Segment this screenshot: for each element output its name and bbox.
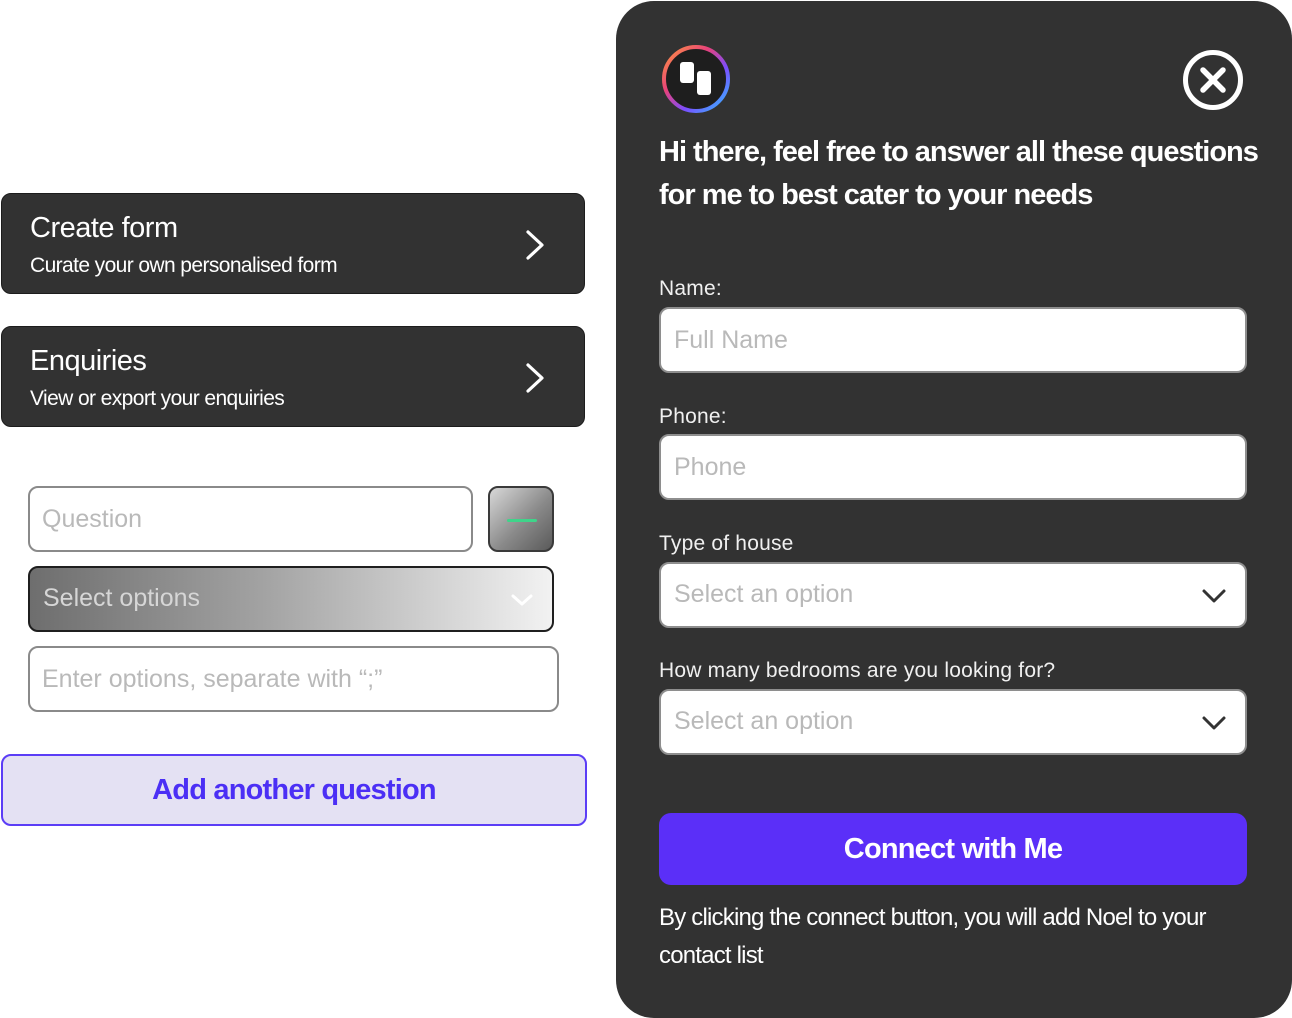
bedrooms-select-value: Select an option (674, 707, 854, 735)
chevron-down-icon (1202, 589, 1226, 603)
enquiries-title: Enquiries (30, 345, 147, 377)
bedrooms-label: How many bedrooms are you looking for? (659, 659, 1056, 682)
select-options-label: Select options (43, 584, 201, 612)
create-form-card[interactable]: Create form Curate your own personalised… (1, 193, 585, 294)
house-type-label: Type of house (659, 532, 794, 555)
options-input[interactable] (28, 646, 559, 712)
create-form-subtitle: Curate your own personalised form (30, 254, 338, 277)
add-question-label: Add another question (152, 773, 436, 806)
brand-logo-icon (662, 45, 730, 113)
house-type-select[interactable]: Select an option (659, 562, 1247, 628)
create-form-title: Create form (30, 212, 178, 244)
connect-button-label: Connect with Me (843, 832, 1063, 865)
name-label: Name: (659, 277, 722, 300)
phone-label: Phone: (659, 405, 727, 428)
connect-button[interactable]: Connect with Me (659, 813, 1247, 885)
chevron-right-icon (526, 230, 544, 260)
chevron-right-icon (526, 363, 544, 393)
remove-question-button[interactable] (488, 486, 554, 552)
chevron-down-icon (1202, 716, 1226, 730)
enquiries-subtitle: View or export your enquiries (30, 387, 285, 410)
connect-disclaimer: By clicking the connect button, you will… (659, 904, 1207, 969)
bedrooms-select[interactable]: Select an option (659, 689, 1247, 755)
minus-icon (507, 519, 537, 522)
add-question-button[interactable]: Add another question (1, 754, 587, 826)
select-options-dropdown[interactable]: Select options (28, 566, 554, 632)
question-input[interactable] (28, 486, 473, 552)
phone-input[interactable] (659, 434, 1247, 500)
chevron-down-icon (511, 594, 533, 606)
house-type-select-value: Select an option (674, 580, 854, 608)
contact-form-panel: Hi there, feel free to answer all these … (616, 1, 1292, 1018)
enquiries-card[interactable]: Enquiries View or export your enquiries (1, 326, 585, 427)
close-icon[interactable] (1182, 49, 1244, 111)
name-input[interactable] (659, 307, 1247, 373)
form-headline: Hi there, feel free to answer all these … (659, 136, 1259, 211)
